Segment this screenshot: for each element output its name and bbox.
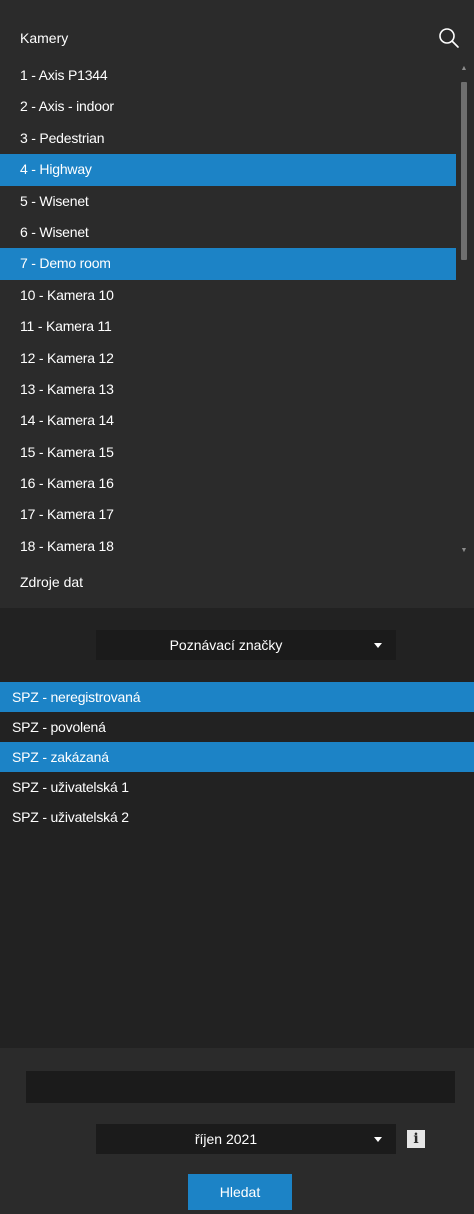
camera-list-item[interactable]: 2 - Axis - indoor xyxy=(0,91,456,122)
camera-list-item[interactable]: 12 - Kamera 12 xyxy=(0,343,456,374)
data-sources-label: Zdroje dat xyxy=(20,574,84,590)
search-button[interactable]: Hledat xyxy=(188,1174,292,1210)
chevron-down-icon xyxy=(374,643,382,648)
camera-list-item[interactable]: 5 - Wisenet xyxy=(0,186,456,217)
plate-category-item[interactable]: SPZ - uživatelská 1 xyxy=(0,772,474,802)
plate-category-item[interactable]: SPZ - povolená xyxy=(0,712,474,742)
filter-text-input[interactable] xyxy=(26,1071,455,1103)
plate-category-list: SPZ - neregistrovaná SPZ - povolená SPZ - … xyxy=(0,682,474,832)
camera-list-item[interactable]: 6 - Wisenet xyxy=(0,217,456,248)
data-source-dropdown[interactable]: Poznávací značky xyxy=(96,630,396,660)
camera-list-item[interactable]: 14 - Kamera 14 xyxy=(0,405,456,436)
camera-list-item[interactable]: 16 - Kamera 16 xyxy=(0,468,456,499)
scroll-up-arrow-icon[interactable]: ▲ xyxy=(460,64,468,74)
month-dropdown[interactable]: říjen 2021 xyxy=(96,1124,396,1154)
camera-panel-title: Kamery xyxy=(20,30,69,46)
data-source-dropdown-value: Poznávací značky xyxy=(169,637,283,653)
plate-category-item[interactable]: SPZ - uživatelská 2 xyxy=(0,802,474,832)
camera-list-item[interactable]: 13 - Kamera 13 xyxy=(0,374,456,405)
camera-list-item[interactable]: 10 - Kamera 10 xyxy=(0,280,456,311)
camera-header: Kamery xyxy=(0,22,474,56)
camera-list-item[interactable]: 7 - Demo room xyxy=(0,248,456,280)
search-icon[interactable] xyxy=(438,27,460,49)
scrollbar-thumb[interactable] xyxy=(461,82,467,260)
camera-list-item[interactable]: 3 - Pedestrian xyxy=(0,123,456,154)
camera-list-item[interactable]: 1 - Axis P1344 xyxy=(0,60,456,91)
chevron-down-icon xyxy=(374,1137,382,1142)
scroll-down-arrow-icon[interactable]: ▼ xyxy=(460,546,468,556)
camera-list-scrollbar[interactable]: ▲ ▼ xyxy=(457,60,471,562)
camera-list: 1 - Axis P1344 2 - Axis - indoor 3 - Pedes… xyxy=(0,60,456,562)
plate-category-item[interactable]: SPZ - zakázaná xyxy=(0,742,474,772)
camera-list-item[interactable]: 11 - Kamera 11 xyxy=(0,311,456,342)
camera-list-item[interactable]: 17 - Kamera 17 xyxy=(0,499,456,530)
plate-category-item[interactable]: SPZ - neregistrovaná xyxy=(0,682,474,712)
camera-list-item[interactable]: 18 - Kamera 18 xyxy=(0,531,456,562)
camera-list-item[interactable]: 15 - Kamera 15 xyxy=(0,437,456,468)
camera-panel: Kamery 1 - Axis P1344 2 - Axis - indoor 3 … xyxy=(0,0,474,608)
month-dropdown-value: říjen 2021 xyxy=(194,1131,258,1147)
info-icon[interactable]: i xyxy=(407,1130,425,1148)
camera-list-item[interactable]: 4 - Highway xyxy=(0,154,456,186)
